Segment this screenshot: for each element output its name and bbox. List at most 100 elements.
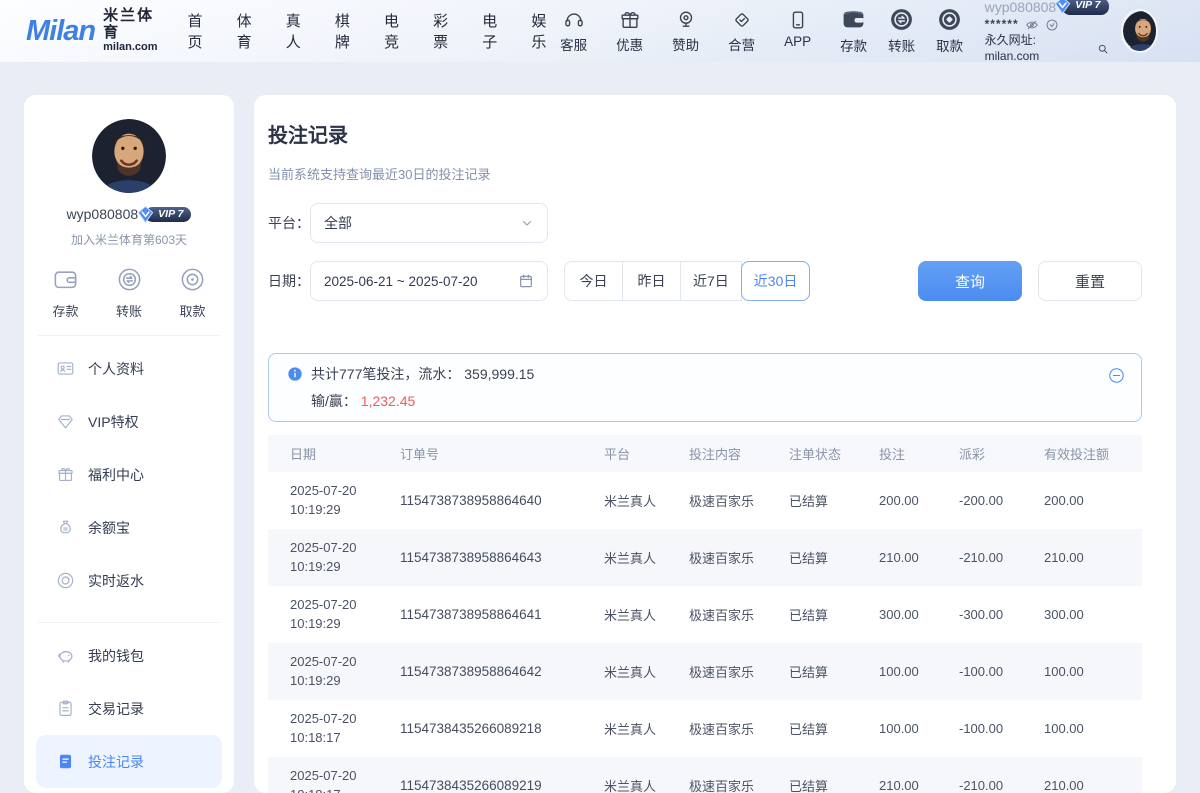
- date-range-value: 2025-06-21 ~ 2025-07-20: [324, 274, 478, 289]
- sidebar-item-rebate[interactable]: 实时返水: [36, 554, 222, 607]
- nav-item-lottery[interactable]: 彩票: [433, 10, 454, 52]
- piggy-bank-icon: [56, 646, 75, 665]
- table-row[interactable]: 2025-07-2010:19:29 1154738738958864643 米…: [268, 529, 1142, 586]
- cell-status: 已结算: [789, 605, 879, 624]
- welfare-gift-icon: [56, 465, 75, 484]
- sidebar-item-bet-records[interactable]: 投注记录: [36, 735, 222, 788]
- winloss-value: 1,232.45: [361, 393, 416, 409]
- sidebar-item-welfare[interactable]: 福利中心: [36, 448, 222, 501]
- sponsor-medal-icon: [675, 9, 697, 31]
- profile-sidebar: wyp080808 VIP 7 加入米兰体育第603天 存款 转账 取款 个人资…: [24, 95, 234, 793]
- avatar-image: [1123, 11, 1156, 51]
- quick-date-7days[interactable]: 近7日: [680, 261, 742, 301]
- wallet-outline-icon: [52, 266, 79, 293]
- date-range-input[interactable]: 2025-06-21 ~ 2025-07-20: [310, 261, 548, 301]
- table-row[interactable]: 2025-07-2010:18:17 1154738435266089218 米…: [268, 700, 1142, 757]
- date-label: 日期：: [268, 271, 310, 291]
- cell-status: 已结算: [789, 776, 879, 793]
- eye-off-icon[interactable]: [1025, 18, 1039, 32]
- search-icon[interactable]: [1097, 43, 1109, 55]
- id-card-icon: [56, 359, 75, 378]
- vip-gem-icon: [56, 412, 75, 431]
- quick-date-group: 今日 昨日 近7日 近30日: [564, 261, 810, 301]
- cell-platform: 米兰真人: [604, 662, 689, 681]
- table-row[interactable]: 2025-07-2010:18:17 1154738435266089219 米…: [268, 757, 1142, 793]
- platform-select[interactable]: 全部: [310, 203, 548, 243]
- withdraw-outline-icon: [179, 266, 206, 293]
- query-button[interactable]: 查询: [918, 261, 1022, 301]
- cell-status: 已结算: [789, 491, 879, 510]
- cell-order-number: 1154738738958864642: [400, 664, 604, 679]
- quick-date-today[interactable]: 今日: [564, 261, 623, 301]
- collapse-summary-button[interactable]: [1108, 367, 1125, 384]
- brand-logo[interactable]: Milan 米兰体育 milan.com: [26, 8, 158, 53]
- nav-item-live-casino[interactable]: 真人: [286, 10, 307, 52]
- app-download-button[interactable]: APP: [777, 9, 819, 54]
- refresh-balance-icon[interactable]: [1045, 18, 1059, 32]
- main-nav: 首页 体育 真人 棋牌 电竞 彩票 电子 娱乐: [188, 10, 553, 52]
- cell-bet: 300.00: [879, 607, 959, 622]
- sidebar-item-label: 福利中心: [88, 465, 144, 485]
- platform-filter-row: 平台： 全部: [268, 203, 1142, 243]
- sidebar-item-wallet[interactable]: 我的钱包: [36, 629, 222, 682]
- sidebar-item-transactions[interactable]: 交易记录: [36, 682, 222, 735]
- sidebar-item-label: 我的钱包: [88, 646, 144, 666]
- cell-platform: 米兰真人: [604, 776, 689, 793]
- partnership-label: 合营: [728, 34, 755, 54]
- date-filter-row: 日期： 2025-06-21 ~ 2025-07-20 今日 昨日 近7日 近3…: [268, 261, 1142, 301]
- vip-diamond-icon: [1053, 0, 1072, 15]
- cell-date: 2025-07-2010:19:29: [290, 482, 400, 520]
- transfer-button[interactable]: 转账: [883, 7, 921, 55]
- customer-service-label: 客服: [560, 34, 587, 54]
- table-row[interactable]: 2025-07-2010:19:29 1154738738958864642 米…: [268, 643, 1142, 700]
- withdraw-button[interactable]: 取款: [931, 7, 969, 55]
- sidebar-item-yuebao[interactable]: 余额宝: [36, 501, 222, 554]
- sponsor-button[interactable]: 赞助: [665, 9, 707, 54]
- table-row[interactable]: 2025-07-2010:19:29 1154738738958864640 米…: [268, 472, 1142, 529]
- username: wyp080808: [985, 0, 1057, 16]
- table-row[interactable]: 2025-07-2010:19:29 1154738738958864641 米…: [268, 586, 1142, 643]
- nav-item-entertainment[interactable]: 娱乐: [531, 10, 552, 52]
- avatar-image: [92, 119, 166, 193]
- transfer-outline-icon: [116, 266, 143, 293]
- reset-button[interactable]: 重置: [1038, 261, 1142, 301]
- cell-date: 2025-07-2010:19:29: [290, 653, 400, 691]
- cell-valid: 210.00: [1044, 550, 1142, 565]
- partnership-button[interactable]: 合营: [721, 9, 763, 54]
- logo-cn-text: 米兰体育: [103, 8, 157, 41]
- summary-banner: 共计777笔投注，流水： 359,999.15 输/赢： 1,232.45: [268, 353, 1142, 422]
- clipboard-icon: [56, 699, 75, 718]
- col-header-payout: 派彩: [959, 444, 1044, 463]
- gift-icon: [619, 9, 641, 31]
- nav-item-home[interactable]: 首页: [188, 10, 209, 52]
- cell-content: 极速百家乐: [689, 605, 789, 624]
- bet-records-panel: 投注记录 当前系统支持查询最近30日的投注记录 平台： 全部 日期： 2025-…: [254, 95, 1176, 793]
- sidebar-item-vip[interactable]: VIP特权: [36, 395, 222, 448]
- calendar-icon: [518, 273, 534, 289]
- col-header-platform: 平台: [604, 444, 689, 463]
- cell-date: 2025-07-2010:19:29: [290, 596, 400, 634]
- sidebar-item-profile[interactable]: 个人资料: [36, 342, 222, 395]
- sidebar-avatar[interactable]: [92, 119, 166, 193]
- customer-service-button[interactable]: 客服: [553, 9, 595, 54]
- deposit-button[interactable]: 存款: [835, 7, 873, 55]
- quick-date-yesterday[interactable]: 昨日: [622, 261, 681, 301]
- nav-item-esports[interactable]: 电竞: [384, 10, 405, 52]
- table-header-row: 日期 订单号 平台 投注内容 注单状态 投注 派彩 有效投注额: [268, 435, 1142, 472]
- sidebar-deposit-button[interactable]: 存款: [52, 266, 79, 320]
- sidebar-transfer-button[interactable]: 转账: [116, 266, 143, 320]
- quick-date-30days[interactable]: 近30日: [741, 261, 811, 301]
- nav-item-slots[interactable]: 电子: [482, 10, 503, 52]
- sidebar-withdraw-button[interactable]: 取款: [179, 266, 206, 320]
- cell-date: 2025-07-2010:18:17: [290, 767, 400, 793]
- nav-item-chess[interactable]: 棋牌: [335, 10, 356, 52]
- cell-order-number: 1154738738958864643: [400, 550, 604, 565]
- deposit-label: 存款: [840, 35, 867, 55]
- cell-valid: 300.00: [1044, 607, 1142, 622]
- sidebar-item-label: 投注记录: [88, 752, 144, 772]
- promotions-button[interactable]: 优惠: [609, 9, 651, 54]
- header-quick-actions: 客服 优惠 赞助 合营 APP: [553, 9, 819, 54]
- user-avatar[interactable]: [1123, 11, 1156, 51]
- nav-item-sports[interactable]: 体育: [237, 10, 258, 52]
- summary-totals-text: 共计777笔投注，流水： 359,999.15: [311, 364, 534, 384]
